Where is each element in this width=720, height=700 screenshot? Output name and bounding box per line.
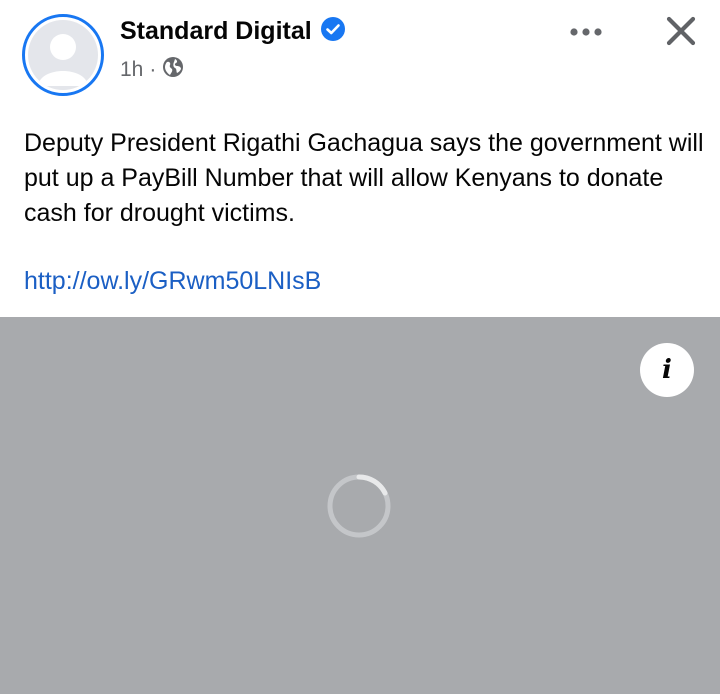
close-icon bbox=[665, 15, 697, 52]
post-link[interactable]: http://ow.ly/GRwm50LNIsB bbox=[24, 264, 321, 299]
close-button[interactable] bbox=[658, 10, 704, 56]
meta-separator: · bbox=[149, 58, 157, 81]
post-text: Deputy President Rigathi Gachagua says t… bbox=[24, 129, 704, 227]
author-row: Standard Digital bbox=[120, 16, 346, 47]
post-meta: 1h · bbox=[120, 56, 184, 84]
globe-icon bbox=[162, 56, 184, 84]
info-icon: i bbox=[662, 355, 672, 385]
info-button[interactable]: i bbox=[640, 343, 694, 397]
loading-spinner-icon bbox=[325, 472, 393, 540]
bottom-edge bbox=[0, 694, 720, 700]
more-options-icon bbox=[569, 24, 603, 42]
default-profile-icon bbox=[28, 20, 98, 90]
post-time[interactable]: 1h bbox=[120, 58, 143, 82]
avatar[interactable] bbox=[22, 14, 104, 96]
post-header: Standard Digital 1h · bbox=[0, 0, 720, 110]
more-options-button[interactable] bbox=[566, 18, 606, 48]
author-name[interactable]: Standard Digital bbox=[120, 17, 312, 46]
verified-badge-icon bbox=[320, 16, 346, 47]
